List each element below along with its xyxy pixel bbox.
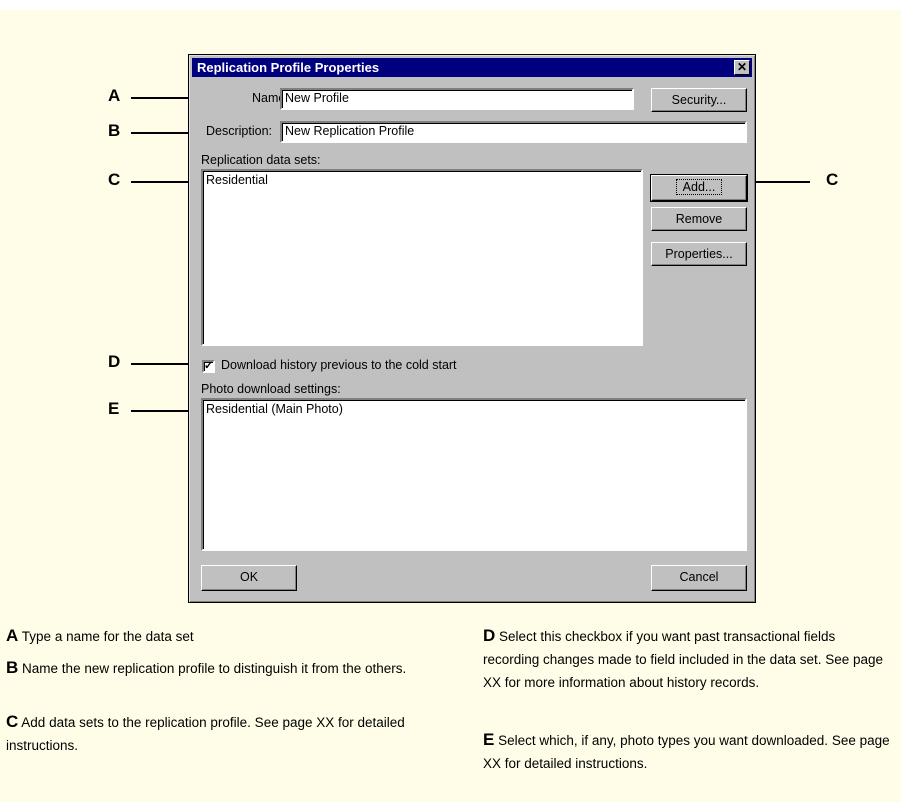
callout-c-right-line [756, 181, 810, 183]
properties-button[interactable]: Properties... [651, 242, 747, 266]
list-item[interactable]: Residential (Main Photo) [206, 402, 742, 416]
callout-b: B [108, 121, 121, 140]
close-icon[interactable]: ✕ [734, 60, 750, 75]
description-a-letter: A [6, 626, 19, 645]
description-d-letter: D [483, 626, 496, 645]
callout-c-left-line [131, 181, 188, 183]
remove-button[interactable]: Remove [651, 207, 747, 231]
description-b-letter: B [6, 658, 19, 677]
description-b: B Name the new replication profile to di… [6, 656, 436, 680]
history-checkbox-label: Download history previous to the cold st… [221, 358, 457, 372]
callout-a-line [131, 97, 188, 99]
callout-e: E [108, 399, 120, 418]
callout-d: D [108, 352, 121, 371]
description-d: D Select this checkbox if you want past … [483, 624, 895, 694]
description-d-text: Select this checkbox if you want past tr… [483, 629, 884, 690]
description-field[interactable]: New Replication Profile [280, 121, 747, 143]
callout-e-line [131, 410, 188, 412]
photo-settings-listbox[interactable]: Residential (Main Photo) [201, 398, 747, 551]
callout-c-left: C [108, 170, 121, 189]
replication-profile-dialog: Replication Profile Properties ✕ Name: N… [188, 54, 756, 603]
add-button[interactable]: Add... [650, 174, 748, 202]
add-button-label: Add... [675, 179, 723, 195]
name-field[interactable]: New Profile [280, 88, 634, 110]
data-sets-label: Replication data sets: [201, 153, 321, 167]
data-sets-listbox[interactable]: Residential [201, 169, 643, 346]
description-e: E Select which, if any, photo types you … [483, 728, 895, 775]
callout-a: A [108, 86, 121, 105]
description-b-text: Name the new replication profile to dist… [22, 661, 407, 676]
title-bar: Replication Profile Properties ✕ [192, 58, 752, 77]
cancel-button[interactable]: Cancel [651, 565, 747, 591]
description-a-text: Type a name for the data set [21, 629, 194, 644]
history-checkbox[interactable]: ✓ [202, 360, 215, 373]
list-item[interactable]: Residential [206, 173, 638, 187]
callout-d-line [131, 363, 188, 365]
photo-settings-label: Photo download settings: [201, 382, 341, 396]
description-e-text: Select which, if any, photo types you wa… [483, 733, 890, 771]
description-c-text: Add data sets to the replication profile… [6, 715, 405, 753]
callout-c-right: C [826, 170, 839, 189]
description-c-letter: C [6, 712, 19, 731]
description-c: C Add data sets to the replication profi… [6, 710, 436, 757]
callout-b-line [131, 132, 188, 134]
description-e-letter: E [483, 730, 495, 749]
description-a: A Type a name for the data set [6, 624, 436, 648]
dialog-title: Replication Profile Properties [197, 60, 380, 75]
security-button[interactable]: Security... [651, 88, 747, 112]
ok-button[interactable]: OK [201, 565, 297, 591]
description-label: Description: [206, 124, 272, 138]
